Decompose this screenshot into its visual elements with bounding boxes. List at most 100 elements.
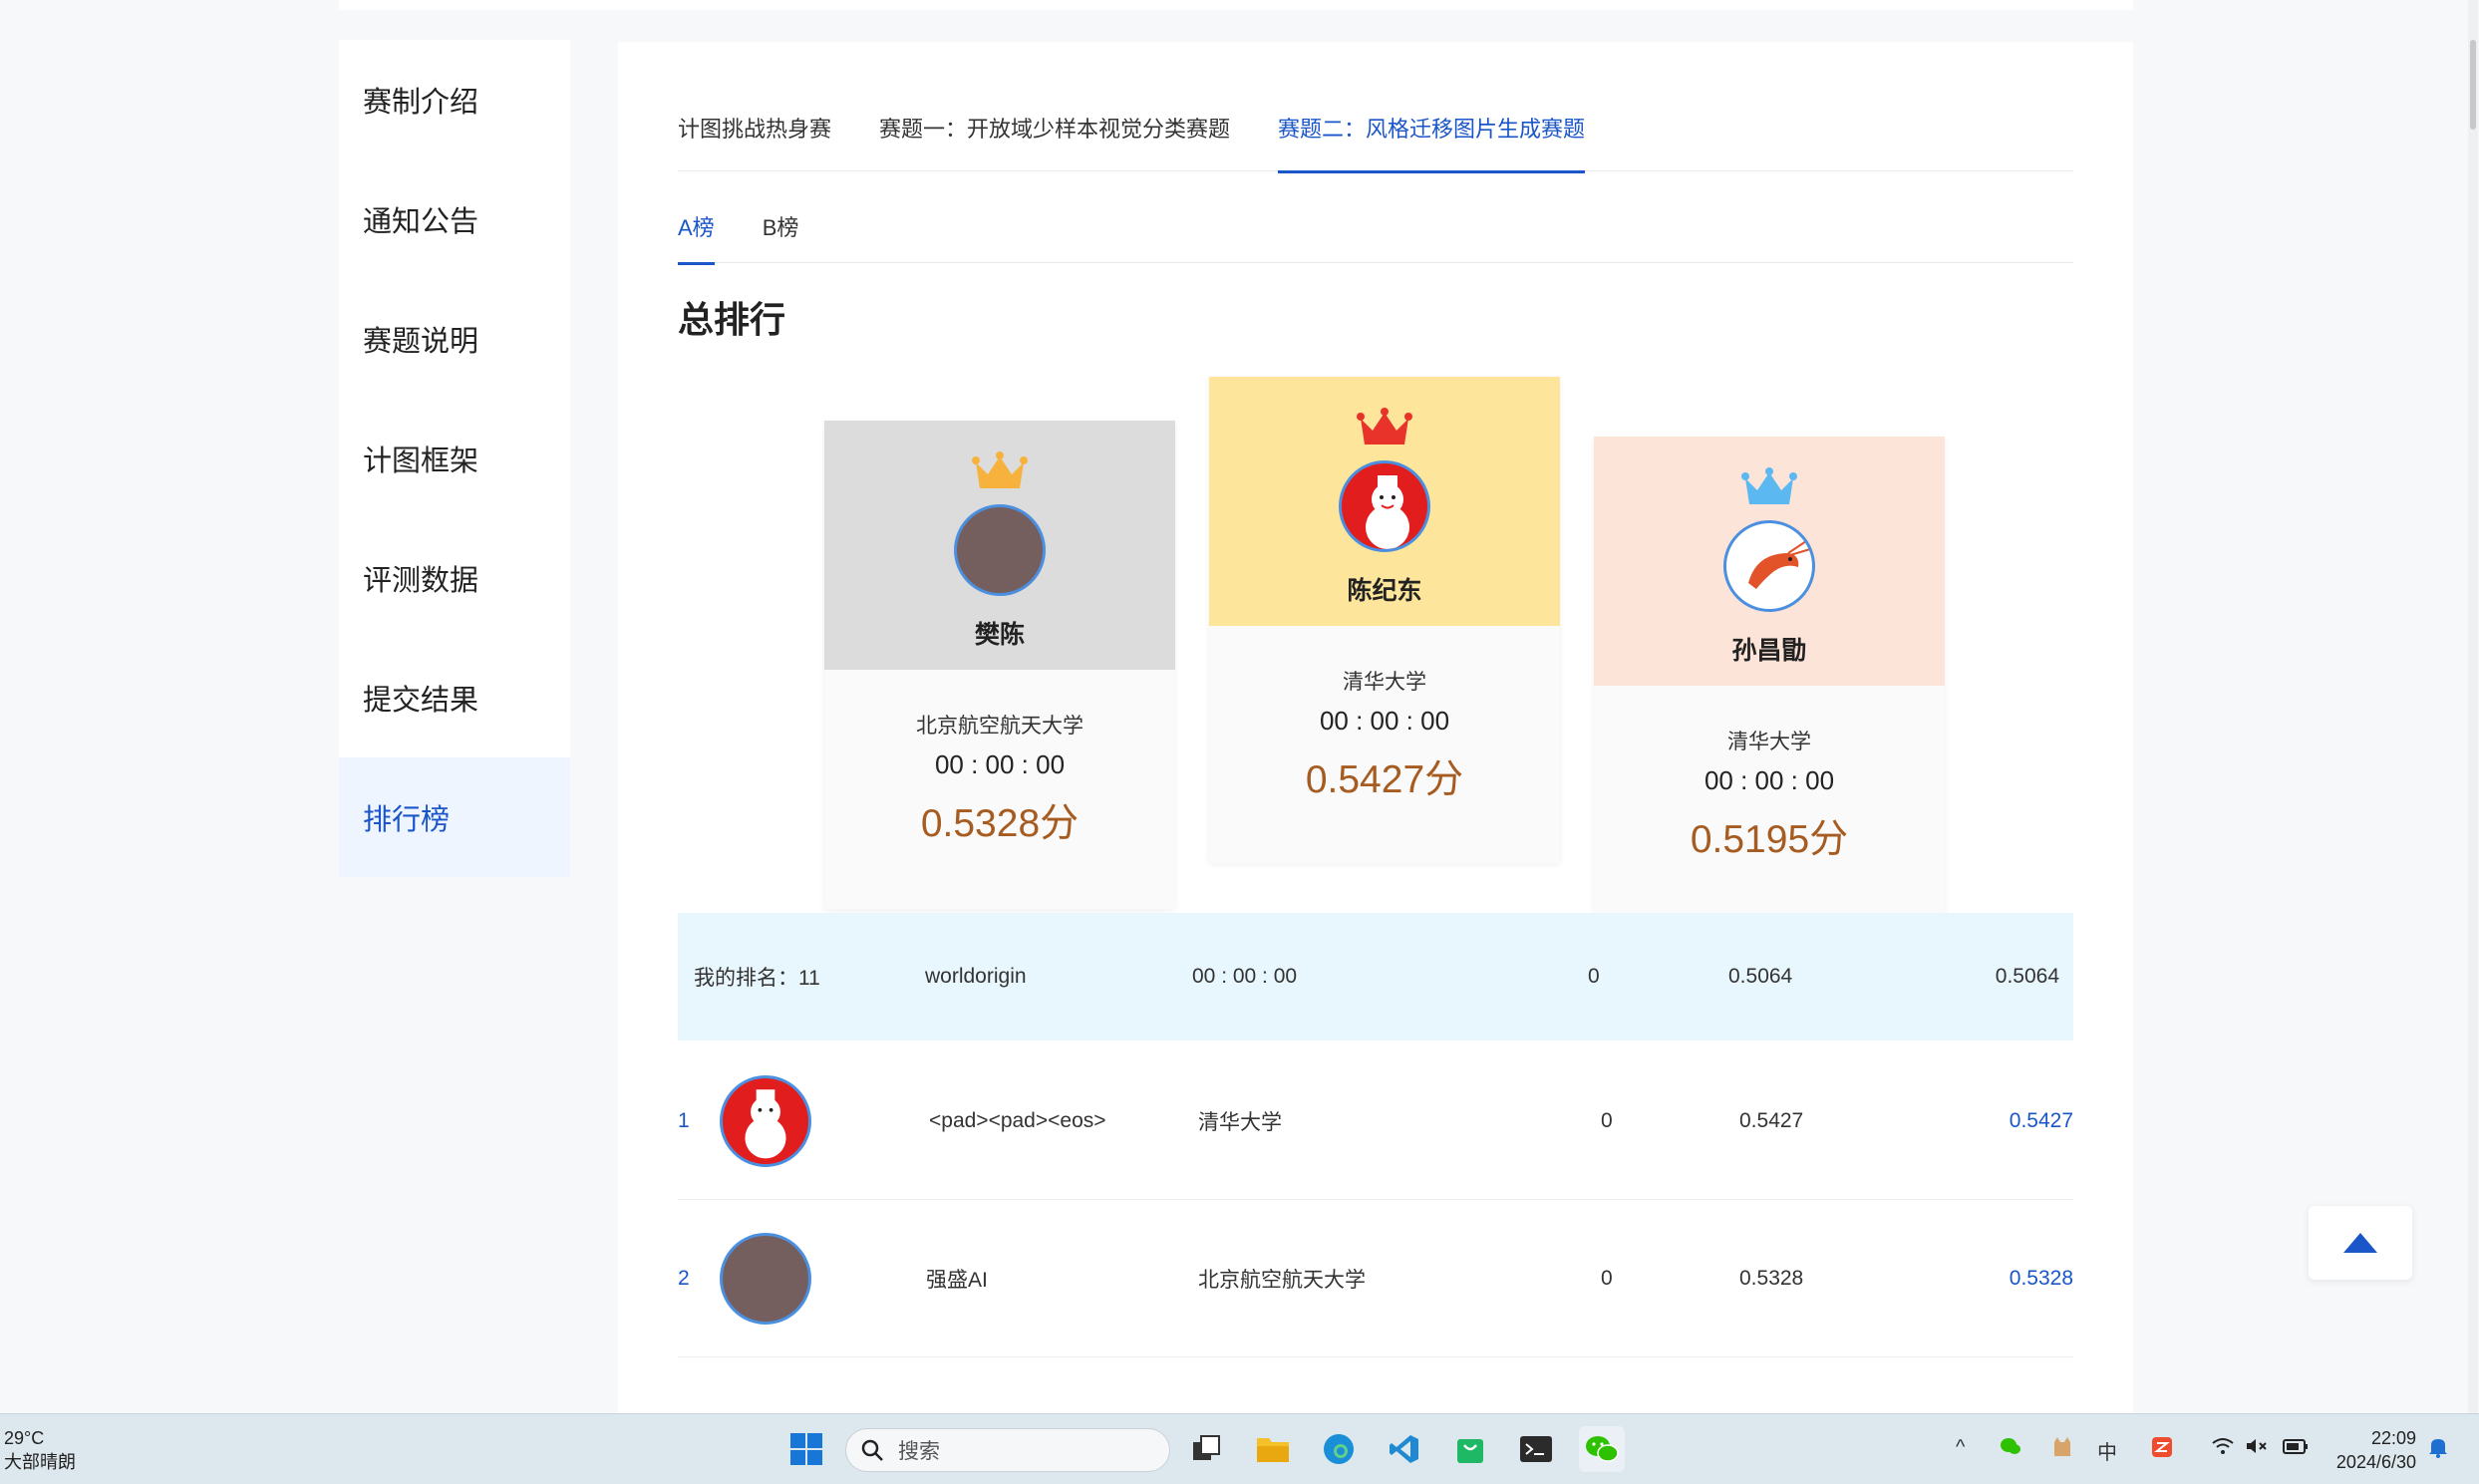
player-time: 00 : 00 : 00 bbox=[934, 749, 1066, 779]
table-row: 2 强盛AI 北京航空航天大学 0 0.5328 0.5328 bbox=[678, 1200, 2073, 1357]
task-view-icon[interactable] bbox=[1184, 1426, 1230, 1472]
show-hidden-icons-chevron-icon[interactable]: ^ bbox=[1956, 1436, 1965, 1459]
search-placeholder: 搜索 bbox=[898, 1440, 940, 1463]
tab-task-two[interactable]: 赛题二：风格迁移图片生成赛题 bbox=[1278, 112, 1586, 173]
my-count: 0 bbox=[1588, 965, 1600, 988]
podium-first: 陈纪东 清华大学 00 : 00 : 00 0.5427分 bbox=[1209, 377, 1560, 863]
board-tabs: A榜 B榜 bbox=[678, 211, 2073, 265]
file-explorer-icon[interactable] bbox=[1250, 1426, 1296, 1472]
sidebar-item-format[interactable]: 赛制介绍 bbox=[339, 40, 570, 159]
row-team: <pad><pad><eos> bbox=[929, 1108, 1106, 1132]
tab-task-one[interactable]: 赛题一：开放域少样本视觉分类赛题 bbox=[879, 112, 1230, 171]
search-icon bbox=[861, 1439, 883, 1461]
sidebar-item-label: 排行榜 bbox=[363, 804, 451, 836]
notification-bell-icon[interactable] bbox=[2428, 1436, 2448, 1464]
terminal-icon[interactable] bbox=[1513, 1426, 1559, 1472]
competition-tabs: 计图挑战热身赛 赛题一：开放域少样本视觉分类赛题 赛题二：风格迁移图片生成赛题 bbox=[678, 112, 2073, 173]
my-score: 0.5064 bbox=[1728, 965, 1793, 988]
podium-header: 陈纪东 bbox=[1209, 377, 1560, 626]
sidebar-item-leaderboard[interactable]: 排行榜 bbox=[339, 757, 570, 877]
my-rank-label: 我的排名：11 bbox=[694, 967, 820, 990]
vscode-icon[interactable] bbox=[1382, 1426, 1427, 1472]
sidebar-item-label: 赛题说明 bbox=[363, 326, 479, 358]
windows-taskbar: 29°C 大部晴朗 搜索 ^ 中 22:09 2024/6/30 bbox=[0, 1413, 2479, 1484]
row-rank: 1 bbox=[678, 1108, 690, 1132]
player-name: 樊陈 bbox=[974, 621, 1025, 649]
gold-crown-icon bbox=[972, 451, 1028, 488]
scrollbar[interactable] bbox=[2468, 0, 2478, 1413]
my-final-score: 0.5064 bbox=[1995, 965, 2059, 988]
red-crown-icon bbox=[1357, 408, 1412, 445]
shopping-bag-icon[interactable] bbox=[1447, 1426, 1493, 1472]
scrollbar-thumb[interactable] bbox=[2470, 40, 2476, 130]
arrow-up-icon bbox=[2343, 1233, 2377, 1253]
sidebar-item-task-description[interactable]: 赛题说明 bbox=[339, 279, 570, 399]
section-title: 总排行 bbox=[678, 299, 786, 340]
my-time: 00 : 00 : 00 bbox=[1192, 965, 1298, 988]
wifi-icon[interactable] bbox=[2211, 1436, 2235, 1462]
cat-tray-icon[interactable] bbox=[2051, 1436, 2073, 1464]
snowman-avatar bbox=[720, 1074, 811, 1167]
avatar bbox=[954, 504, 1046, 596]
top-header-strip bbox=[339, 0, 2133, 10]
shrimp-icon bbox=[1748, 540, 1811, 589]
podium-header: 樊陈 bbox=[824, 421, 1175, 670]
sidebar-item-label: 评测数据 bbox=[363, 565, 479, 597]
row-school: 北京航空航天大学 bbox=[1198, 1268, 1366, 1292]
taskbar-clock[interactable]: 22:09 2024/6/30 bbox=[2326, 1426, 2416, 1474]
weather-widget[interactable]: 29°C 大部晴朗 bbox=[4, 1426, 76, 1474]
sidebar-item-label: 提交结果 bbox=[363, 685, 479, 717]
windows-icon bbox=[790, 1433, 822, 1465]
sidebar-item-announcements[interactable]: 通知公告 bbox=[339, 159, 570, 279]
taskbar-search[interactable]: 搜索 bbox=[845, 1428, 1170, 1472]
row-school: 清华大学 bbox=[1198, 1110, 1282, 1134]
player-score: 0.5328分 bbox=[920, 802, 1080, 845]
sidebar-item-label: 通知公告 bbox=[363, 206, 479, 238]
player-score: 0.5195分 bbox=[1690, 818, 1849, 861]
tab-board-a[interactable]: A榜 bbox=[678, 211, 715, 265]
player-school: 北京航空航天大学 bbox=[916, 715, 1084, 738]
clock-date: 2024/6/30 bbox=[2335, 1452, 2416, 1472]
row-count: 0 bbox=[1601, 1266, 1613, 1290]
snowman-icon bbox=[745, 1088, 786, 1158]
weather-temp: 29°C bbox=[4, 1428, 45, 1448]
sidebar-item-eval-data[interactable]: 评测数据 bbox=[339, 518, 570, 638]
wechat-tray-icon[interactable] bbox=[2000, 1436, 2021, 1462]
row-score: 0.5328 bbox=[1739, 1266, 1804, 1290]
player-school: 清华大学 bbox=[1343, 671, 1426, 694]
brown-avatar bbox=[720, 1232, 811, 1325]
start-button[interactable] bbox=[783, 1426, 829, 1472]
snowman-icon bbox=[1366, 475, 1409, 549]
tab-board-b[interactable]: B榜 bbox=[763, 211, 799, 263]
sidebar-item-label: 赛制介绍 bbox=[363, 87, 479, 119]
wechat-icon[interactable] bbox=[1579, 1426, 1625, 1472]
my-rank-row: 我的排名：11 worldorigin 00 : 00 : 00 0 0.506… bbox=[678, 913, 2073, 1040]
player-time: 00 : 00 : 00 bbox=[1319, 706, 1450, 736]
player-school: 清华大学 bbox=[1727, 731, 1811, 753]
clock-time: 22:09 bbox=[2370, 1428, 2416, 1448]
app-tray-icon[interactable] bbox=[2151, 1436, 2173, 1464]
shrimp-avatar bbox=[1723, 520, 1815, 612]
my-team-name: worldorigin bbox=[925, 965, 1027, 988]
sidebar-item-submit-results[interactable]: 提交结果 bbox=[339, 638, 570, 757]
podium-third: 孙昌勖 清华大学 00 : 00 : 00 0.5195分 bbox=[1594, 437, 1945, 923]
podium-second: 樊陈 北京航空航天大学 00 : 00 : 00 0.5328分 bbox=[824, 421, 1175, 909]
row-rank: 2 bbox=[678, 1266, 690, 1290]
back-to-top-button[interactable] bbox=[2309, 1206, 2412, 1280]
row-count: 0 bbox=[1601, 1108, 1613, 1132]
edge-browser-icon[interactable] bbox=[1316, 1426, 1362, 1472]
podium-header: 孙昌勖 bbox=[1594, 437, 1945, 686]
row-team: 强盛AI bbox=[926, 1268, 988, 1292]
row-final-score: 0.5328 bbox=[2009, 1266, 2073, 1290]
player-score: 0.5427分 bbox=[1305, 758, 1464, 801]
player-name: 陈纪东 bbox=[1347, 577, 1422, 605]
player-time: 00 : 00 : 00 bbox=[1704, 765, 1835, 795]
row-final-score: 0.5427 bbox=[2009, 1108, 2073, 1132]
ime-indicator[interactable]: 中 bbox=[2097, 1436, 2117, 1465]
sidebar-item-label: 计图框架 bbox=[363, 445, 479, 477]
leaderboard-panel: 计图挑战热身赛 赛题一：开放域少样本视觉分类赛题 赛题二：风格迁移图片生成赛题 … bbox=[618, 42, 2133, 1484]
sidebar-item-jittor-framework[interactable]: 计图框架 bbox=[339, 399, 570, 518]
volume-muted-icon[interactable] bbox=[2245, 1436, 2269, 1462]
battery-icon[interactable] bbox=[2283, 1436, 2309, 1462]
tab-warmup[interactable]: 计图挑战热身赛 bbox=[678, 112, 831, 171]
